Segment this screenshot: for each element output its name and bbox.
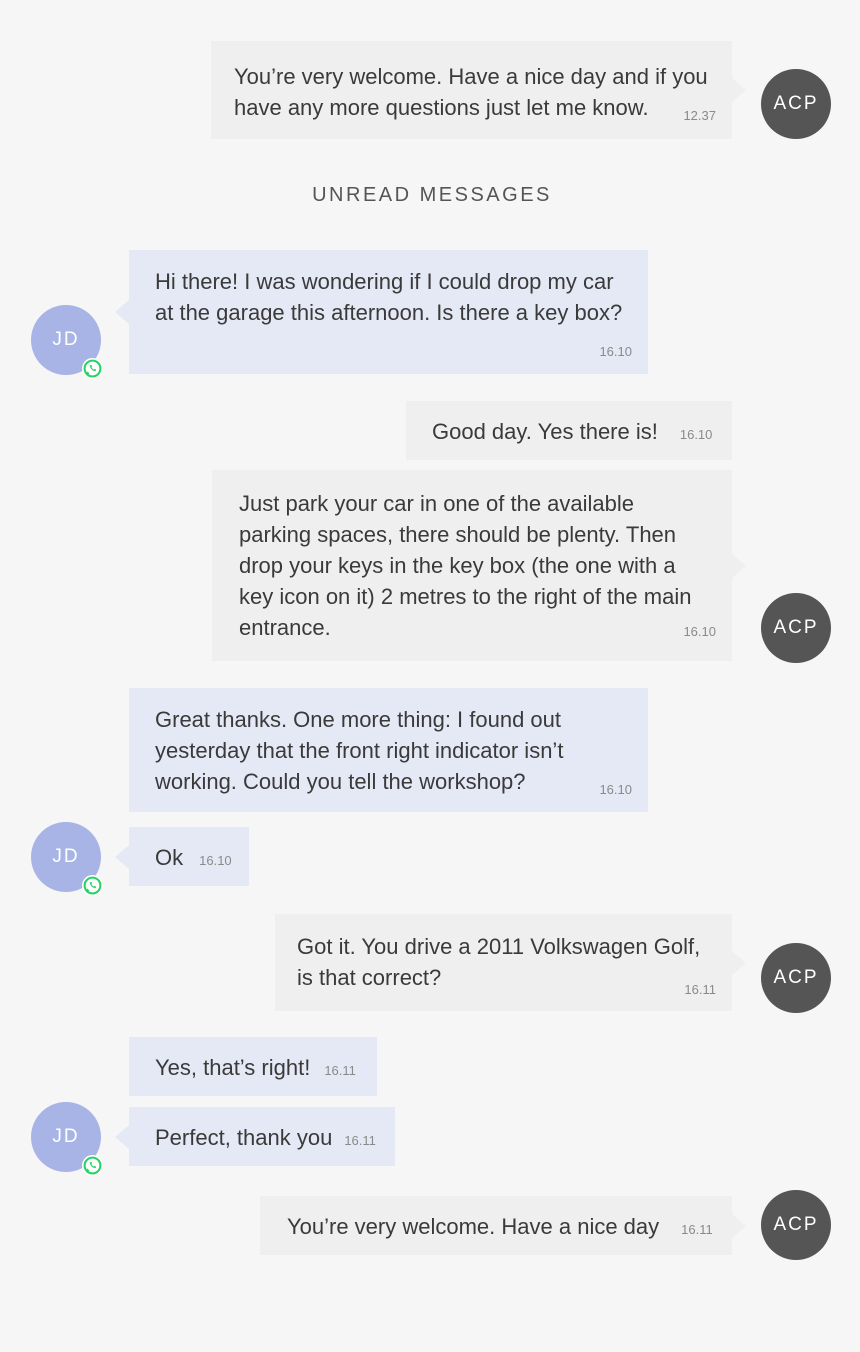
avatar-initials: ACP — [773, 617, 819, 638]
agent-avatar: ACP — [761, 69, 831, 139]
customer-avatar: JD — [31, 1102, 103, 1176]
message-text: Ok — [155, 845, 184, 870]
avatar-initials: ACP — [773, 93, 819, 114]
message-text: Yes, that’s right! — [155, 1055, 311, 1080]
message-text: Perfect, thank you — [155, 1125, 333, 1150]
avatar-initials: ACP — [773, 1214, 819, 1235]
message-time: 16.10 — [599, 344, 632, 359]
message-text: Hi there! I was wondering if I could dro… — [155, 269, 623, 325]
whatsapp-icon — [82, 358, 103, 379]
message-bubble-incoming[interactable]: Perfect, thank you 16.11 — [115, 1107, 395, 1166]
message-bubble-incoming[interactable]: Great thanks. One more thing: I found ou… — [129, 688, 648, 812]
message-text: You’re very welcome. Have a nice day and… — [234, 64, 708, 120]
avatar-initials: JD — [52, 846, 80, 867]
message-bubble-incoming[interactable]: Yes, that’s right! 16.11 — [129, 1037, 377, 1096]
message-time: 16.11 — [344, 1133, 376, 1148]
message-bubble-incoming[interactable]: Ok 16.10 — [115, 827, 249, 886]
message-time: 16.11 — [324, 1063, 356, 1078]
agent-avatar: ACP — [761, 1190, 831, 1260]
unread-messages-divider: UNREAD MESSAGES — [312, 184, 552, 206]
message-text: You’re very welcome. Have a nice day — [287, 1214, 660, 1239]
avatar-initials: JD — [52, 329, 80, 350]
agent-avatar: ACP — [761, 943, 831, 1013]
message-bubble-outgoing[interactable]: Got it. You drive a 2011 Volkswagen Golf… — [275, 914, 746, 1011]
message-bubble-outgoing[interactable]: Just park your car in one of the availab… — [212, 470, 746, 661]
whatsapp-icon — [82, 1155, 103, 1176]
agent-avatar: ACP — [761, 593, 831, 663]
message-bubble-outgoing[interactable]: Good day. Yes there is! 16.10 — [406, 401, 732, 460]
avatar-initials: ACP — [773, 967, 819, 988]
message-bubble-outgoing[interactable]: You’re very welcome. Have a nice day and… — [211, 41, 746, 139]
message-time: 16.10 — [683, 624, 716, 639]
message-bubble-outgoing[interactable]: You’re very welcome. Have a nice day 16.1… — [260, 1196, 746, 1255]
message-time: 16.11 — [681, 1222, 713, 1237]
message-bubble-incoming[interactable]: Hi there! I was wondering if I could dro… — [115, 250, 648, 374]
message-text: Just park your car in one of the availab… — [239, 491, 692, 640]
message-time: 16.10 — [599, 782, 632, 797]
message-time: 16.11 — [684, 982, 716, 997]
customer-avatar: JD — [31, 822, 103, 896]
whatsapp-icon — [82, 875, 103, 896]
message-text: Great thanks. One more thing: I found ou… — [155, 707, 564, 794]
message-time: 16.10 — [679, 427, 713, 442]
message-time: 16.10 — [199, 853, 232, 868]
message-text: Good day. Yes there is! — [432, 419, 658, 444]
avatar-initials: JD — [52, 1126, 80, 1147]
message-text: Got it. You drive a 2011 Volkswagen Golf… — [297, 934, 701, 990]
customer-avatar: JD — [31, 305, 103, 379]
message-time: 12.37 — [683, 108, 716, 123]
